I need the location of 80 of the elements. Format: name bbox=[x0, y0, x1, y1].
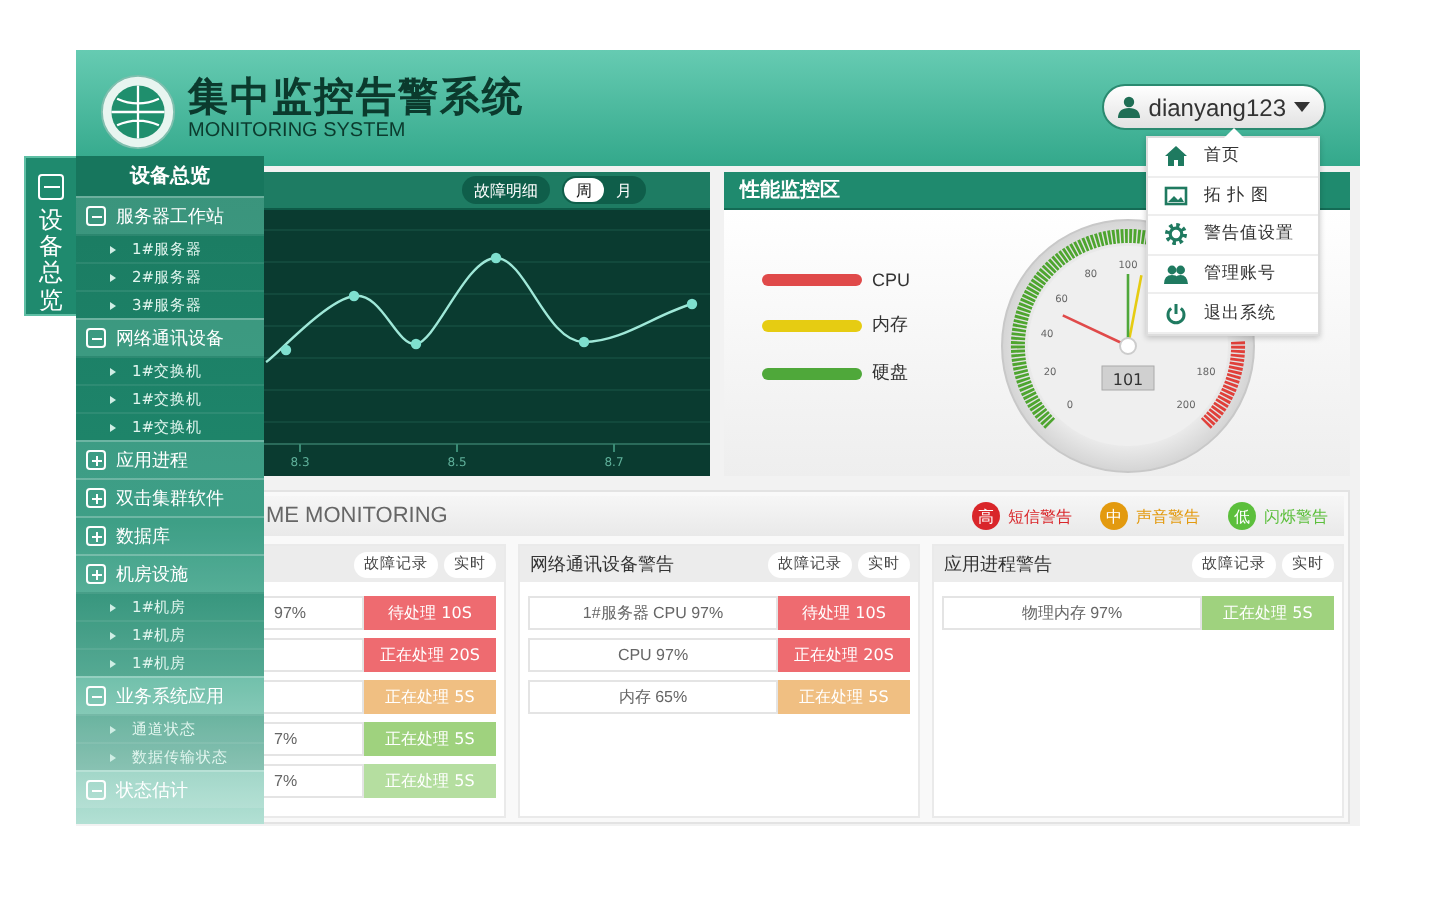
caret-icon bbox=[110, 659, 116, 667]
sidebar-tab-label: 设备总览 bbox=[39, 208, 63, 314]
caret-icon bbox=[110, 725, 116, 733]
menu-group-label: 数据库 bbox=[116, 525, 170, 549]
logo-icon bbox=[100, 74, 176, 150]
menu-group[interactable]: 网络通讯设备 bbox=[76, 318, 264, 356]
alarm-status: 正在处理 20S bbox=[778, 638, 910, 672]
menu-group[interactable]: 机房设施 bbox=[76, 554, 264, 592]
menu-group-label: 应用进程 bbox=[116, 449, 188, 473]
level-label: 声音警告 bbox=[1136, 505, 1200, 527]
dropdown-item[interactable]: 管理账号 bbox=[1148, 255, 1318, 295]
fault-detail-button[interactable]: 故障明细 bbox=[462, 176, 550, 204]
alarm-status: 正在处理 5S bbox=[1202, 596, 1334, 630]
card-title: 网络通讯设备警告 bbox=[530, 553, 674, 577]
alarm-item: 1#服务器 CPU 97% bbox=[528, 596, 778, 630]
caret-icon bbox=[110, 245, 116, 253]
legend-label: CPU bbox=[872, 270, 911, 290]
settings-icon bbox=[1164, 222, 1188, 247]
dropdown-item-label: 警告值设置 bbox=[1204, 222, 1294, 247]
dropdown-item-label: 退出系统 bbox=[1204, 301, 1276, 326]
caret-icon bbox=[110, 631, 116, 639]
people-icon bbox=[1164, 262, 1188, 287]
alarm-status: 正在处理 20S bbox=[364, 638, 496, 672]
home-icon bbox=[1164, 144, 1188, 169]
menu-group[interactable]: 数据库 bbox=[76, 516, 264, 554]
dropdown-item-label: 首页 bbox=[1204, 144, 1240, 169]
needle-hub bbox=[1119, 337, 1137, 355]
menu-group-label: 状态估计 bbox=[116, 779, 188, 803]
app-subtitle: MONITORING SYSTEM bbox=[188, 120, 406, 144]
menu-group[interactable]: 双击集群软件 bbox=[76, 478, 264, 516]
caret-icon bbox=[110, 395, 116, 403]
alarm-status: 待处理 10S bbox=[778, 596, 910, 630]
caret-icon bbox=[110, 273, 116, 281]
picture-icon bbox=[1164, 183, 1188, 208]
level-label: 闪烁警告 bbox=[1264, 505, 1328, 527]
menu-group-label: 机房设施 bbox=[116, 563, 188, 587]
app-title: 集中监控告警系统 bbox=[188, 72, 524, 120]
level-badge: 低 bbox=[1228, 502, 1256, 530]
dropdown-item[interactable]: 退出系统 bbox=[1148, 294, 1318, 334]
caret-icon bbox=[110, 367, 116, 375]
alarm-status: 待处理 10S bbox=[364, 596, 496, 630]
alarm-status: 正在处理 5S bbox=[364, 680, 496, 714]
alarm-status: 正在处理 5S bbox=[778, 680, 910, 714]
legend-label: 内存 bbox=[872, 312, 908, 338]
level-label: 短信警告 bbox=[1008, 505, 1072, 527]
alarm-item: CPU 97% bbox=[528, 638, 778, 672]
menu-group[interactable]: 服务器工作站 bbox=[76, 196, 264, 234]
alarm-status: 正在处理 5S bbox=[364, 764, 496, 798]
card-title: 应用进程警告 bbox=[944, 553, 1052, 577]
alarm-status: 正在处理 5S bbox=[364, 722, 496, 756]
caret-icon bbox=[110, 301, 116, 309]
caret-icon bbox=[110, 603, 116, 611]
alarm-item: 内存 65% bbox=[528, 680, 778, 714]
caret-icon bbox=[110, 423, 116, 431]
sidebar-tab[interactable]: 设备总览 bbox=[24, 156, 76, 316]
menu-group-label: 双击集群软件 bbox=[116, 487, 224, 511]
caret-icon bbox=[110, 753, 116, 761]
dropdown-item[interactable]: 警告值设置 bbox=[1148, 216, 1318, 256]
section-title: ME MONITORING bbox=[264, 504, 448, 528]
menu-group-label: 业务系统应用 bbox=[116, 685, 224, 709]
person-icon bbox=[1118, 96, 1141, 118]
menu-group-label: 服务器工作站 bbox=[116, 205, 224, 229]
dropdown-item[interactable]: 首页 bbox=[1148, 138, 1318, 178]
period-tab[interactable]: 周 bbox=[564, 178, 604, 202]
power-icon bbox=[1164, 301, 1188, 326]
level-badge: 高 bbox=[972, 502, 1000, 530]
user-menu-button[interactable]: dianyang123 bbox=[1102, 84, 1326, 130]
level-badge: 中 bbox=[1100, 502, 1128, 530]
alarm-item: 物理内存 97% bbox=[942, 596, 1202, 630]
panel-title: 性能监控区 bbox=[740, 177, 840, 204]
menu-group[interactable]: 应用进程 bbox=[76, 440, 264, 478]
gauge-reading: 101 bbox=[1101, 365, 1155, 391]
dropdown-item-label: 拓 扑 图 bbox=[1204, 183, 1269, 208]
caret-icon bbox=[1294, 102, 1310, 112]
legend-label: 硬盘 bbox=[872, 360, 908, 386]
dropdown-item[interactable]: 拓 扑 图 bbox=[1148, 177, 1318, 217]
dropdown-item-label: 管理账号 bbox=[1204, 262, 1276, 287]
menu-group-label: 网络通讯设备 bbox=[116, 327, 224, 351]
sidebar-title: 设备总览 bbox=[76, 156, 264, 196]
period-tab[interactable]: 月 bbox=[604, 178, 644, 202]
